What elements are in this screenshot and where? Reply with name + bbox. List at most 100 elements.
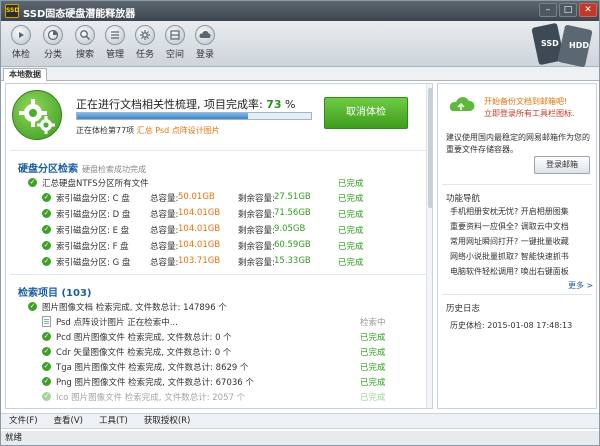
search-item-status: 已完成 xyxy=(360,378,386,388)
maximize-button[interactable]: □ xyxy=(559,3,577,17)
ssd-hdd-badge: SSD HDD xyxy=(529,21,597,67)
partition-status: 已完成 xyxy=(338,258,364,268)
toolbar-login-button[interactable]: 登录 xyxy=(191,25,219,60)
search-item-status: 已完成 xyxy=(360,348,386,358)
nav-item[interactable]: 电脑软件轻松调用? 唤出右键面板 xyxy=(450,266,569,277)
partition-name: 索引磁盘分区: G 盘 xyxy=(56,258,131,268)
free-label: 剩余容量: xyxy=(238,194,275,204)
partition-row: ✓ 索引磁盘分区: E 盘 总容量: 104.01GB 剩余容量: 9.05GB 已完成 xyxy=(42,223,422,237)
search-item-text: 图片图像文档 检索完成, 文件数总计: 147896 个 xyxy=(42,303,227,313)
total-capacity: 103.71GB xyxy=(178,256,221,266)
check-icon: ✓ xyxy=(42,332,51,341)
menu-view[interactable]: 查看(V) xyxy=(46,414,91,428)
free-capacity: 15.33GB xyxy=(274,256,311,266)
partition-row: ✓ 索引磁盘分区: F 盘 总容量: 104.01GB 剩余容量: 60.59GB 已完成 xyxy=(42,239,422,253)
search-item-text: Tga 图片图像文件 检索完成, 文件数总计: 8629 个 xyxy=(56,363,249,373)
check-icon: ✓ xyxy=(42,209,51,218)
window-title: SSD固态硬盘潜能释放器 xyxy=(23,9,136,20)
search-item-text: Pcd 图片图像文件 检索完成, 文件数总计: 0 个 xyxy=(56,333,232,343)
feature-nav-heading: 功能导航 xyxy=(446,194,481,204)
partition-name: 索引磁盘分区: E 盘 xyxy=(56,226,130,236)
toolbar: 体检 分类 搜索 管理 任务 空间 登录 SSD HDD xyxy=(1,21,599,67)
summary-status: 已完成 xyxy=(338,179,364,189)
main-panel: 正在进行文档相关性梳理, 项目完成率: 73 % 正在体检第77项 汇总 Psd… xyxy=(5,83,433,409)
toolbar-space-button[interactable]: 空间 xyxy=(161,25,189,60)
cancel-checkup-button[interactable]: 取消体检 xyxy=(324,97,408,129)
total-label: 总容量: xyxy=(150,210,179,220)
total-capacity: 50.01GB xyxy=(178,192,215,202)
progress-fill xyxy=(77,113,248,119)
check-icon: ✓ xyxy=(42,257,51,266)
search-item-text: Png 图片图像文件 检索完成, 文件数总计: 67036 个 xyxy=(56,378,254,388)
nav-item[interactable]: 常用网址瞬间打开? 一键批量收藏 xyxy=(450,236,569,247)
gear-logo-icon xyxy=(12,90,62,140)
search-item-status: 已完成 xyxy=(360,333,386,343)
more-link[interactable]: 更多 > xyxy=(568,280,593,291)
divider xyxy=(442,184,592,185)
app-window: SSD SSD固态硬盘潜能释放器 – □ ✕ 体检 分类 搜索 管理 任务 空间… xyxy=(0,0,600,446)
history-entry: 历史体检: 2015-01-08 17:48:13 xyxy=(450,321,573,330)
total-capacity: 104.01GB xyxy=(178,208,221,218)
check-icon: ✓ xyxy=(28,178,37,187)
toolbar-checkup-button[interactable]: 体检 xyxy=(7,25,35,60)
login-mailbox-button[interactable]: 登录邮箱 xyxy=(534,156,590,174)
menu-file[interactable]: 文件(F) xyxy=(1,414,46,428)
tab-strip: 本地数据 xyxy=(1,67,599,81)
partition-status: 已完成 xyxy=(338,226,364,236)
search-item-row: Psd 点阵设计图片 正在检索中... 检索中 xyxy=(42,315,422,329)
title-bar: SSD SSD固态硬盘潜能释放器 – □ ✕ xyxy=(1,1,599,21)
toolbar-search-button[interactable]: 搜索 xyxy=(71,25,99,60)
partition-heading-text: 硬盘分区检索 xyxy=(18,164,78,175)
check-icon: ✓ xyxy=(42,347,51,356)
play-icon xyxy=(11,25,31,45)
close-button[interactable]: ✕ xyxy=(579,3,597,17)
promo-description: 建议使用国内最稳定的网易邮箱作为您的重要文件存储容器。 xyxy=(446,133,590,154)
storage-icon xyxy=(165,25,185,45)
status-bar: 就绪 xyxy=(1,431,599,445)
free-capacity: 27.51GB xyxy=(274,192,311,202)
partition-name: 索引磁盘分区: D 盘 xyxy=(56,210,131,220)
main-scrollbar[interactable] xyxy=(426,84,432,408)
toolbar-label: 管理 xyxy=(105,50,124,60)
search-item-status: 已完成 xyxy=(360,393,386,403)
search-item-status: 检索中 xyxy=(360,318,386,328)
toolbar-manage-button[interactable]: 管理 xyxy=(101,25,129,60)
toolbar-classify-button[interactable]: 分类 xyxy=(39,25,67,60)
free-capacity: 71.56GB xyxy=(274,208,311,218)
right-panel: 开始备份文档到邮箱吧! 立即登录所有工具栏图标. 建议使用国内最稳定的网易邮箱作… xyxy=(437,83,597,409)
check-icon: ✓ xyxy=(42,362,51,371)
promo-line-2[interactable]: 立即登录所有工具栏图标. xyxy=(484,108,575,119)
search-item-row: ✓ Pcd 图片图像文件 检索完成, 文件数总计: 0 个 已完成 xyxy=(42,330,422,344)
nav-item[interactable]: 手机相册安枕无忧? 开启相册图集 xyxy=(450,206,569,217)
promo-line-1[interactable]: 开始备份文档到邮箱吧! xyxy=(484,96,567,107)
total-label: 总容量: xyxy=(150,194,179,204)
pie-icon xyxy=(43,25,63,45)
toolbar-label: 空间 xyxy=(165,50,184,60)
nav-item[interactable]: 重要资料一应俱全? 调取云中文档 xyxy=(450,221,569,232)
history-heading: 历史日志 xyxy=(446,304,481,314)
toolbar-task-button[interactable]: 任务 xyxy=(131,25,159,60)
check-icon: ✓ xyxy=(42,241,51,250)
menu-tools[interactable]: 工具(T) xyxy=(91,414,136,428)
total-capacity: 104.01GB xyxy=(178,240,221,250)
scrollbar-thumb[interactable] xyxy=(428,88,432,208)
toolbar-label: 体检 xyxy=(11,50,30,60)
partition-status: 已完成 xyxy=(338,210,364,220)
status-detail-highlight: 汇总 Psd 点阵设计图片 xyxy=(136,126,220,135)
total-capacity: 104.01GB xyxy=(178,224,221,234)
search-section-heading: 检索项目 (103) xyxy=(18,288,92,299)
toolbar-label: 搜索 xyxy=(75,50,94,60)
completion-percent-unit: % xyxy=(285,98,296,111)
check-icon: ✓ xyxy=(42,377,51,386)
free-label: 剩余容量: xyxy=(238,226,275,236)
total-label: 总容量: xyxy=(150,258,179,268)
minimize-button[interactable]: – xyxy=(539,3,557,17)
nav-item[interactable]: 网络小说批量抓取? 智能快速抓书 xyxy=(450,251,569,262)
toolbar-label: 分类 xyxy=(43,50,62,60)
check-icon: ✓ xyxy=(42,193,51,202)
menu-license[interactable]: 获取授权(R) xyxy=(136,414,199,428)
cloud-icon xyxy=(195,25,215,45)
checkup-progress-bar xyxy=(76,112,312,120)
tab-local-data[interactable]: 本地数据 xyxy=(3,68,47,81)
search-item-row: ✓ 图片图像文档 检索完成, 文件数总计: 147896 个 xyxy=(28,300,422,314)
